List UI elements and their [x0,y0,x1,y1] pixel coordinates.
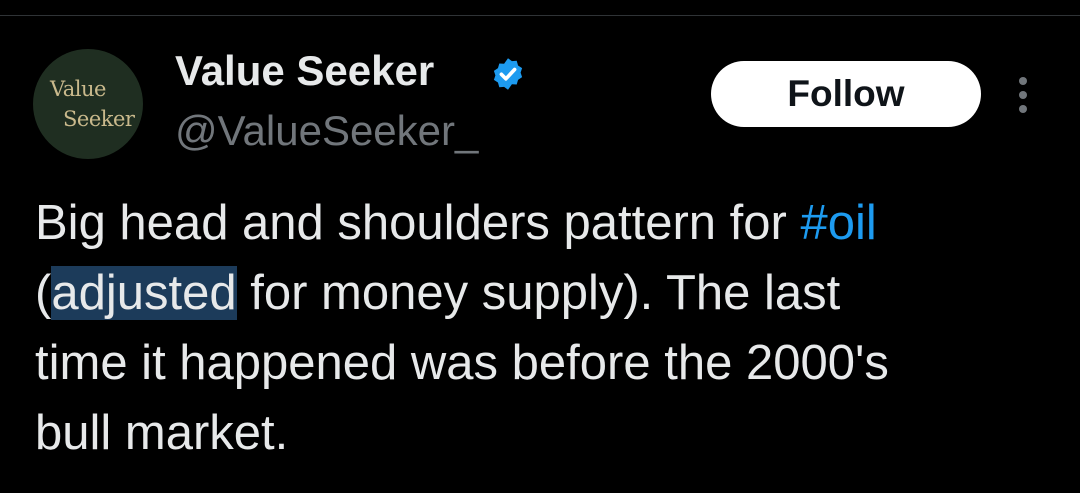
more-dot [1019,77,1027,85]
avatar-logo-text-line2: Seeker [63,107,135,131]
avatar-logo-text-line1: Value [50,77,106,101]
selected-text: adjusted [51,266,237,320]
more-dot [1019,91,1027,99]
verified-badge-icon [493,58,523,90]
tweet-text: Big head and shoulders pattern for #oil … [35,188,1065,468]
tweet-line-1: Big head and shoulders pattern for #oil [35,188,1065,258]
tweet-line-3: time it happened was before the 2000's [35,336,889,390]
tweet-text-segment: for money supply). The last [236,266,841,320]
avatar[interactable]: Value Seeker [33,49,143,159]
top-divider [0,15,1080,16]
tweet-text-segment: Big head and shoulders pattern for [35,196,801,250]
more-dot [1019,105,1027,113]
more-options-icon[interactable] [1010,74,1036,114]
author-display-name[interactable]: Value Seeker [175,42,434,100]
author-handle[interactable]: @ValueSeeker_ [175,102,478,160]
hashtag-link[interactable]: #oil [800,196,876,250]
follow-button[interactable]: Follow [711,61,981,127]
tweet-line-2: (adjusted for money supply). The last [35,258,1065,328]
tweet-text-segment: ( [35,266,52,320]
tweet-line-4: bull market. [35,406,289,460]
